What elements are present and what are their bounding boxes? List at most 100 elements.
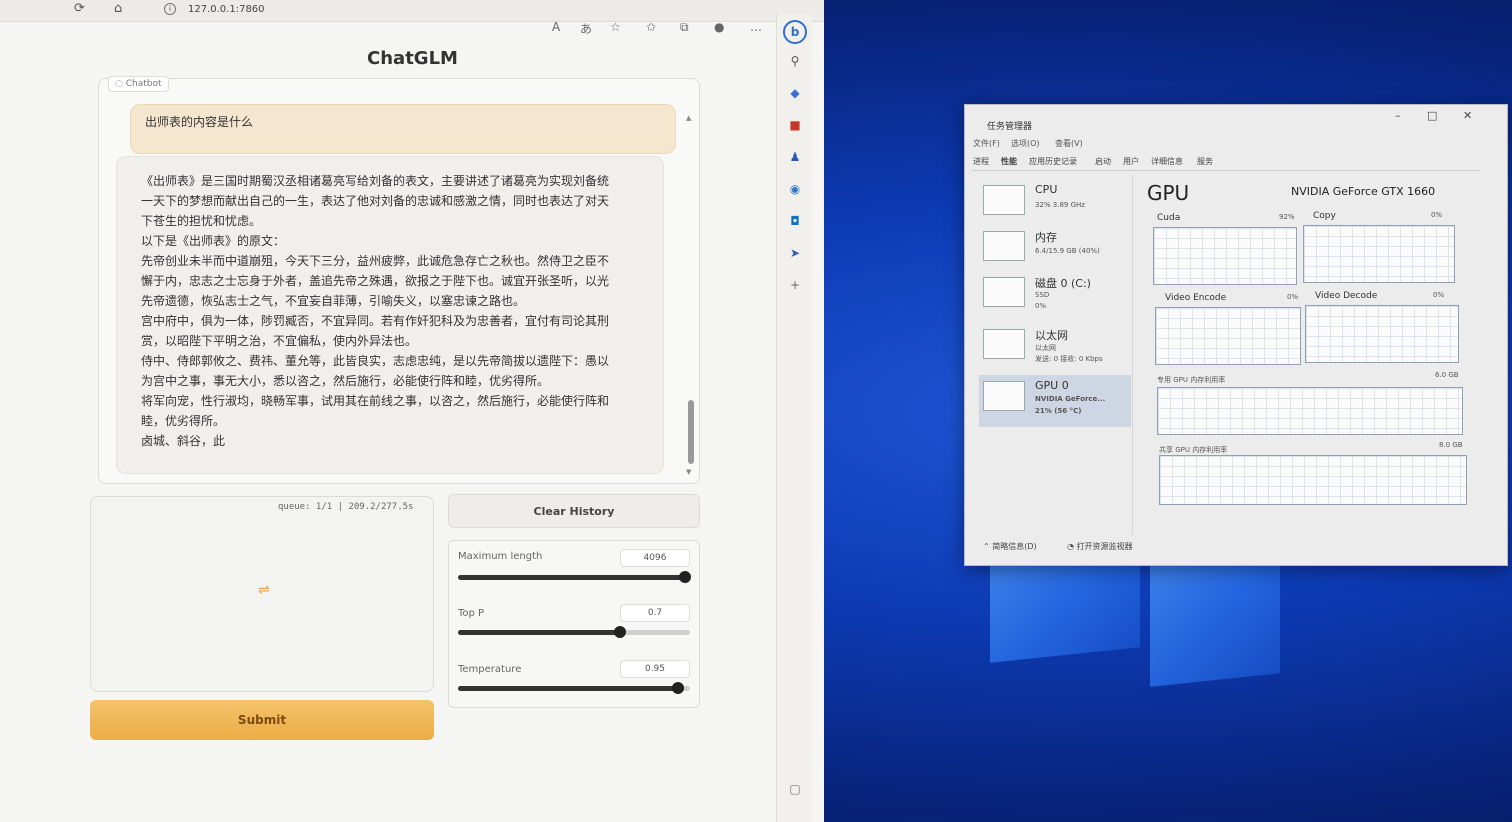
temperature-value[interactable]: 0.95 [620,660,690,678]
loading-icon: ⇌ [258,582,270,598]
bot-line: 先帝创业未半而中道崩殂，今天下三分，益州疲弊，此诚危急存亡之秋也。然侍卫之臣不 [141,254,610,268]
slider-handle[interactable] [672,682,684,694]
edge-sidebar: b ⚲ ◆ ■ ♟ ◉ ◘ ➤ + ▢ [776,14,812,822]
bot-line: 以下是《出师表》的原文： [141,234,286,248]
bot-line: 为宫中之事，事无大小，悉以咨之，然后施行，必能使行阵和睦，优劣得所。 [141,374,550,388]
toolbox-icon[interactable]: ■ [786,116,804,134]
bot-line: 下苍生的担忧和忧虑。 [141,214,262,228]
browser-toolbar: ⟳ ⌂ i 127.0.0.1:7860 [0,0,824,22]
outlook-icon[interactable]: ◘ [786,212,804,230]
queue-status: queue: 1/1 | 209.2/277.5s [278,502,414,512]
task-manager-title: 任务管理器 [987,122,1033,132]
tab-services[interactable]: 服务 [1197,156,1213,167]
bot-message: 《出师表》是三国时期蜀汉丞相诸葛亮写给刘备的表文，主要讲述了诸葛亮为实现刘备统 … [116,156,664,474]
scroll-up-arrow[interactable]: ▲ [686,114,691,122]
maximize-icon[interactable]: □ [1427,109,1437,122]
address-bar[interactable]: 127.0.0.1:7860 [188,4,265,15]
office-icon[interactable]: ◉ [786,180,804,198]
resource-thumbnail [983,277,1025,307]
dedicated-memory-label: 专用 GPU 内存利用率 [1157,376,1226,384]
resource-thumbnail [983,329,1025,359]
home-icon[interactable]: ⌂ [114,1,122,16]
tab-performance[interactable]: 性能 [1001,156,1017,167]
dedicated-memory-graph [1157,387,1463,435]
bot-line: 赏，以昭陛下平明之治，不宜偏私，使内外异法也。 [141,334,418,348]
send-icon[interactable]: ➤ [786,244,804,262]
tab-details[interactable]: 详细信息 [1151,156,1183,167]
resource-thumbnail [983,185,1025,215]
copy-percent: 0% [1431,211,1443,219]
bot-line: 将军向宠，性行淑均，晓畅军事，试用其在前线之事，以咨之，然后施行，必能使行阵和 [141,394,610,408]
bot-line: 一天下的梦想而献出自己的一生，表达了他对刘备的忠诚和感激之情，同时也表达了对天 [141,194,610,208]
resource-disk[interactable]: 磁盘 0 (C:) SSD 0% [979,271,1131,319]
tab-startup[interactable]: 启动 [1095,156,1111,167]
top-p-slider[interactable] [458,626,690,638]
chat-scrollbar[interactable] [688,400,694,464]
max-length-label: Maximum length [458,551,543,562]
menu-file[interactable]: 文件(F) [973,138,1000,149]
tab-app-history[interactable]: 应用历史记录 [1029,156,1077,167]
chat-icon: ◌ [115,79,126,89]
browser-window: ⟳ ⌂ i 127.0.0.1:7860 A あ ☆ ✩ ⧉ ● … b ⚲ ◆… [0,0,824,822]
resource-gpu[interactable]: GPU 0 NVIDIA GeForce... 21% (56 °C) [979,375,1131,427]
people-icon[interactable]: ♟ [786,148,804,166]
shared-memory-graph [1159,455,1467,505]
slider-handle[interactable] [679,571,691,583]
resource-list: CPU 32% 3.89 GHz 内存 6.4/15.9 GB (40%) 磁盘… [975,175,1133,535]
tag-icon[interactable]: ◆ [786,84,804,102]
tab-processes[interactable]: 进程 [973,156,989,167]
slider-handle[interactable] [614,626,626,638]
menu-options[interactable]: 选项(O) [1011,138,1040,149]
resource-thumbnail [983,231,1025,261]
add-icon[interactable]: + [786,276,804,294]
bot-line: 睦，优劣得所。 [141,414,226,428]
fewer-details-link[interactable]: ⌃ 简略信息(D) [983,541,1037,552]
bot-line: 《出师表》是三国时期蜀汉丞相诸葛亮写给刘备的表文，主要讲述了诸葛亮为实现刘备统 [141,174,610,188]
cuda-label[interactable]: Cuda [1157,213,1180,223]
bot-line: 先帝遗德，恢弘志士之气，不宜妄自菲薄，引喻失义，以塞忠谏之路也。 [141,294,526,308]
copy-graph [1303,225,1455,283]
translate-icon[interactable]: あ [580,20,592,37]
bot-line: 懈于内，忠志之士忘身于外者，盖追先帝之殊遇，欲报之于陛下也。诚宜开张圣听，以光 [141,274,610,288]
site-info-icon[interactable]: i [164,3,176,15]
video-encode-label[interactable]: Video Encode [1165,293,1226,303]
bot-line: 宫中府中，俱为一体，陟罚臧否，不宜异同。若有作奸犯科及为忠善者，宜付有司论其刑 [141,314,610,328]
favorites-icon[interactable]: ✩ [646,20,656,34]
collections-icon[interactable]: ⧉ [680,20,689,35]
shared-memory-capacity: 8.0 GB [1439,441,1463,449]
menu-view[interactable]: 查看(V) [1055,138,1083,149]
more-menu-icon[interactable]: … [750,20,762,34]
copy-label[interactable]: Copy [1313,211,1336,221]
user-message: 出师表的内容是什么 [130,104,676,154]
video-decode-graph [1305,305,1459,363]
close-icon[interactable]: ✕ [1463,109,1472,122]
slider-fill [458,686,678,691]
dedicated-memory-capacity: 6.0 GB [1435,371,1459,379]
temperature-label: Temperature [458,664,522,675]
resource-ethernet[interactable]: 以太网 以太网 发送: 0 接收: 0 Kbps [979,323,1131,371]
top-p-value[interactable]: 0.7 [620,604,690,622]
minimize-icon[interactable]: – [1395,109,1401,122]
tab-users[interactable]: 用户 [1123,156,1139,167]
max-length-slider[interactable] [458,571,691,583]
profile-icon[interactable]: ● [714,20,724,34]
max-length-value[interactable]: 4096 [620,549,690,567]
sidebar-toggle-icon[interactable]: ▢ [786,780,804,798]
favorite-add-icon[interactable]: ☆ [610,20,621,34]
video-decode-label[interactable]: Video Decode [1315,291,1377,301]
submit-button[interactable]: Submit [90,700,434,740]
resource-cpu[interactable]: CPU 32% 3.89 GHz [979,179,1131,227]
cuda-graph [1153,227,1297,285]
search-icon[interactable]: ⚲ [786,52,804,70]
resource-monitor-link[interactable]: ◔ 打开资源监视器 [1067,541,1133,552]
clear-history-button[interactable]: Clear History [448,494,700,528]
refresh-icon[interactable]: ⟳ [74,1,85,16]
shared-memory-label: 共享 GPU 内存利用率 [1159,446,1228,454]
bing-icon[interactable]: b [783,20,807,44]
resource-memory[interactable]: 内存 6.4/15.9 GB (40%) [979,225,1131,273]
read-aloud-icon[interactable]: A [552,20,560,34]
top-p-label: Top P [458,608,485,619]
temperature-slider[interactable] [458,682,690,694]
video-decode-percent: 0% [1433,291,1445,299]
scroll-down-arrow[interactable]: ▼ [686,468,691,476]
